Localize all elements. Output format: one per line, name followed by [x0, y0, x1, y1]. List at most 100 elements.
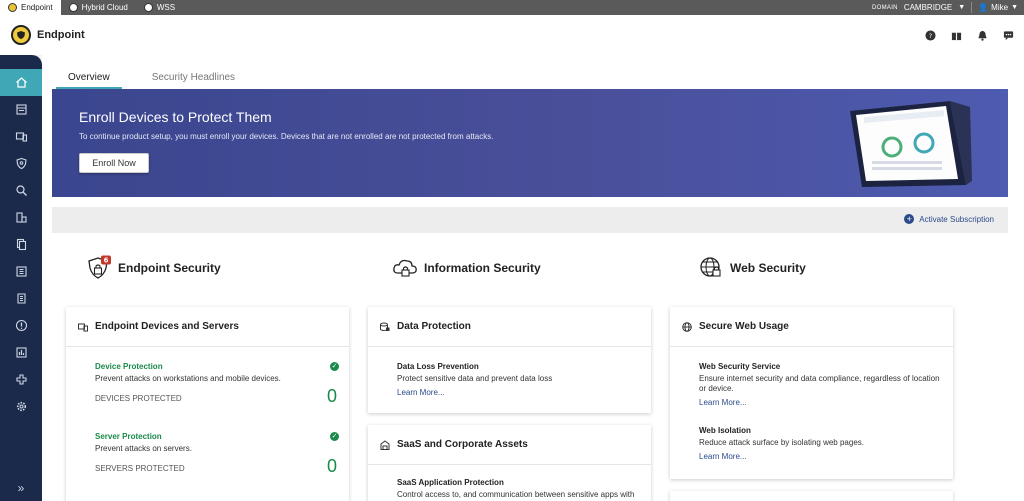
chevron-down-icon[interactable]: ▼ — [958, 4, 965, 11]
category-title: Endpoint Security — [118, 261, 221, 275]
product-tab-label: Endpoint — [21, 3, 53, 12]
learn-more-link[interactable]: Learn More... — [397, 388, 552, 397]
service-name: Device Protection — [95, 362, 163, 371]
reports-icon — [15, 104, 27, 115]
bell-icon[interactable] — [976, 29, 988, 41]
sidebar-expand-button[interactable]: » — [0, 479, 42, 497]
service-name: SaaS Application Protection — [397, 478, 504, 487]
service-data-loss-prevention[interactable]: Data Loss Prevention Protect sensitive d… — [397, 362, 552, 397]
app-header: Endpoint ? — [0, 15, 1024, 55]
sidebar-item-integrations[interactable] — [0, 366, 42, 393]
web-icon — [143, 3, 153, 12]
chat-icon[interactable] — [1002, 29, 1014, 41]
analytics-icon — [15, 347, 27, 358]
category-endpoint-security: 6 Endpoint Security — [86, 255, 221, 281]
svg-text:?: ? — [928, 31, 931, 39]
settings-icon — [16, 401, 26, 412]
product-tab-wss[interactable]: WSS — [136, 0, 183, 15]
card-web-partial — [670, 491, 953, 501]
stat-value: 0 — [326, 386, 337, 406]
sidebar-item-documents[interactable] — [0, 231, 42, 258]
card-header: Secure Web Usage — [670, 307, 953, 347]
main-content: Overview Security Headlines Enroll Devic… — [42, 55, 1024, 501]
product-tab-label: Hybrid Cloud — [81, 3, 128, 12]
product-bar: Endpoint Hybrid Cloud WSS DOMAIN CAMBRID… — [0, 0, 1024, 15]
domain-selector[interactable]: CAMBRIDGE — [904, 3, 952, 12]
sidebar: » — [0, 55, 42, 501]
card-title: SaaS and Corporate Assets — [397, 439, 528, 450]
service-desc: Prevent attacks on servers. — [95, 444, 192, 453]
cloud-icon — [68, 3, 78, 12]
banner-text: To continue product setup, you must enro… — [79, 132, 494, 141]
tab-overview[interactable]: Overview — [56, 70, 122, 89]
shield-icon — [17, 31, 25, 39]
user-icon: 👤 — [978, 3, 989, 12]
app-logo — [11, 25, 31, 45]
divider — [971, 2, 973, 13]
globe-lock-icon — [700, 257, 721, 277]
tab-bar: Overview Security Headlines — [56, 70, 247, 89]
service-desc: Reduce attack surface by isolating web p… — [699, 438, 864, 447]
check-icon: ✓ — [330, 432, 339, 441]
service-desc: Control access to, and communication bet… — [397, 490, 635, 499]
documents-icon — [16, 238, 26, 251]
sidebar-item-analytics[interactable] — [0, 339, 42, 366]
app-title: Endpoint — [37, 29, 85, 41]
enroll-now-button[interactable]: Enroll Now — [79, 153, 149, 173]
shield-icon — [8, 3, 17, 12]
sidebar-item-policies[interactable] — [0, 150, 42, 177]
sidebar-item-search[interactable] — [0, 177, 42, 204]
service-web-security-service[interactable]: Web Security Service Ensure internet sec… — [699, 362, 944, 407]
card-saas-assets: SaaS and Corporate Assets SaaS Applicati… — [368, 425, 651, 501]
tab-security-headlines[interactable]: Security Headlines — [140, 70, 247, 89]
help-icon[interactable]: ? — [924, 29, 936, 41]
shield-lock-icon: 6 — [88, 255, 111, 279]
service-desc: Protect sensitive data and prevent data … — [397, 374, 553, 383]
product-tab-hybrid-cloud[interactable]: Hybrid Cloud — [61, 0, 136, 15]
gift-icon[interactable] — [950, 29, 962, 41]
card-data-protection: Data Protection Data Loss Prevention Pro… — [368, 307, 651, 413]
database-lock-icon — [380, 322, 390, 331]
enroll-banner: Enroll Devices to Protect Them To contin… — [52, 89, 1008, 197]
stat-label: SERVERS PROTECTED — [95, 464, 185, 473]
alerts-icon — [15, 319, 27, 332]
assets-icon — [15, 212, 27, 223]
devices-icon — [78, 323, 88, 331]
sidebar-item-alerts[interactable] — [0, 312, 42, 339]
sidebar-item-inventory[interactable] — [0, 258, 42, 285]
service-device-protection[interactable]: Device Protection Prevent attacks on wor… — [95, 362, 281, 384]
service-name: Data Loss Prevention — [397, 362, 479, 371]
user-name: Mike — [991, 3, 1009, 12]
service-name: Server Protection — [95, 432, 162, 441]
card-title: Data Protection — [397, 321, 471, 332]
service-web-isolation[interactable]: Web Isolation Reduce attack surface by i… — [699, 426, 944, 461]
service-server-protection[interactable]: Server Protection Prevent attacks on ser… — [95, 432, 192, 454]
sidebar-item-reports[interactable] — [0, 96, 42, 123]
search-icon — [15, 185, 27, 196]
logs-icon — [16, 293, 26, 304]
building-icon — [380, 439, 390, 450]
header-actions: ? — [924, 29, 1014, 41]
user-menu[interactable]: 👤 Mike ▼ — [978, 3, 1018, 12]
service-name: Web Security Service — [699, 362, 781, 371]
globe-icon — [682, 321, 692, 332]
card-endpoint-devices: Endpoint Devices and Servers Device Prot… — [66, 307, 349, 501]
sidebar-item-home[interactable] — [0, 69, 42, 96]
policies-icon — [15, 157, 27, 170]
learn-more-link[interactable]: Learn More... — [699, 452, 944, 461]
category-web-security: Web Security — [698, 255, 806, 281]
learn-more-link[interactable]: Learn More... — [699, 398, 944, 407]
service-saas-app-protection[interactable]: SaaS Application Protection Control acce… — [397, 478, 634, 500]
service-desc: Prevent attacks on workstations and mobi… — [95, 374, 281, 383]
card-header: SaaS and Corporate Assets — [368, 425, 651, 465]
service-name: Web Isolation — [699, 426, 751, 435]
sidebar-item-devices[interactable] — [0, 123, 42, 150]
sidebar-item-settings[interactable] — [0, 393, 42, 420]
activate-subscription-link[interactable]: + Activate Subscription — [904, 214, 994, 224]
sidebar-item-logs[interactable] — [0, 285, 42, 312]
sidebar-item-assets[interactable] — [0, 204, 42, 231]
top-right-controls: DOMAIN CAMBRIDGE ▼ 👤 Mike ▼ — [872, 0, 1024, 15]
devices-icon — [15, 132, 27, 142]
category-title: Information Security — [424, 261, 541, 275]
product-tab-endpoint[interactable]: Endpoint — [0, 0, 61, 15]
